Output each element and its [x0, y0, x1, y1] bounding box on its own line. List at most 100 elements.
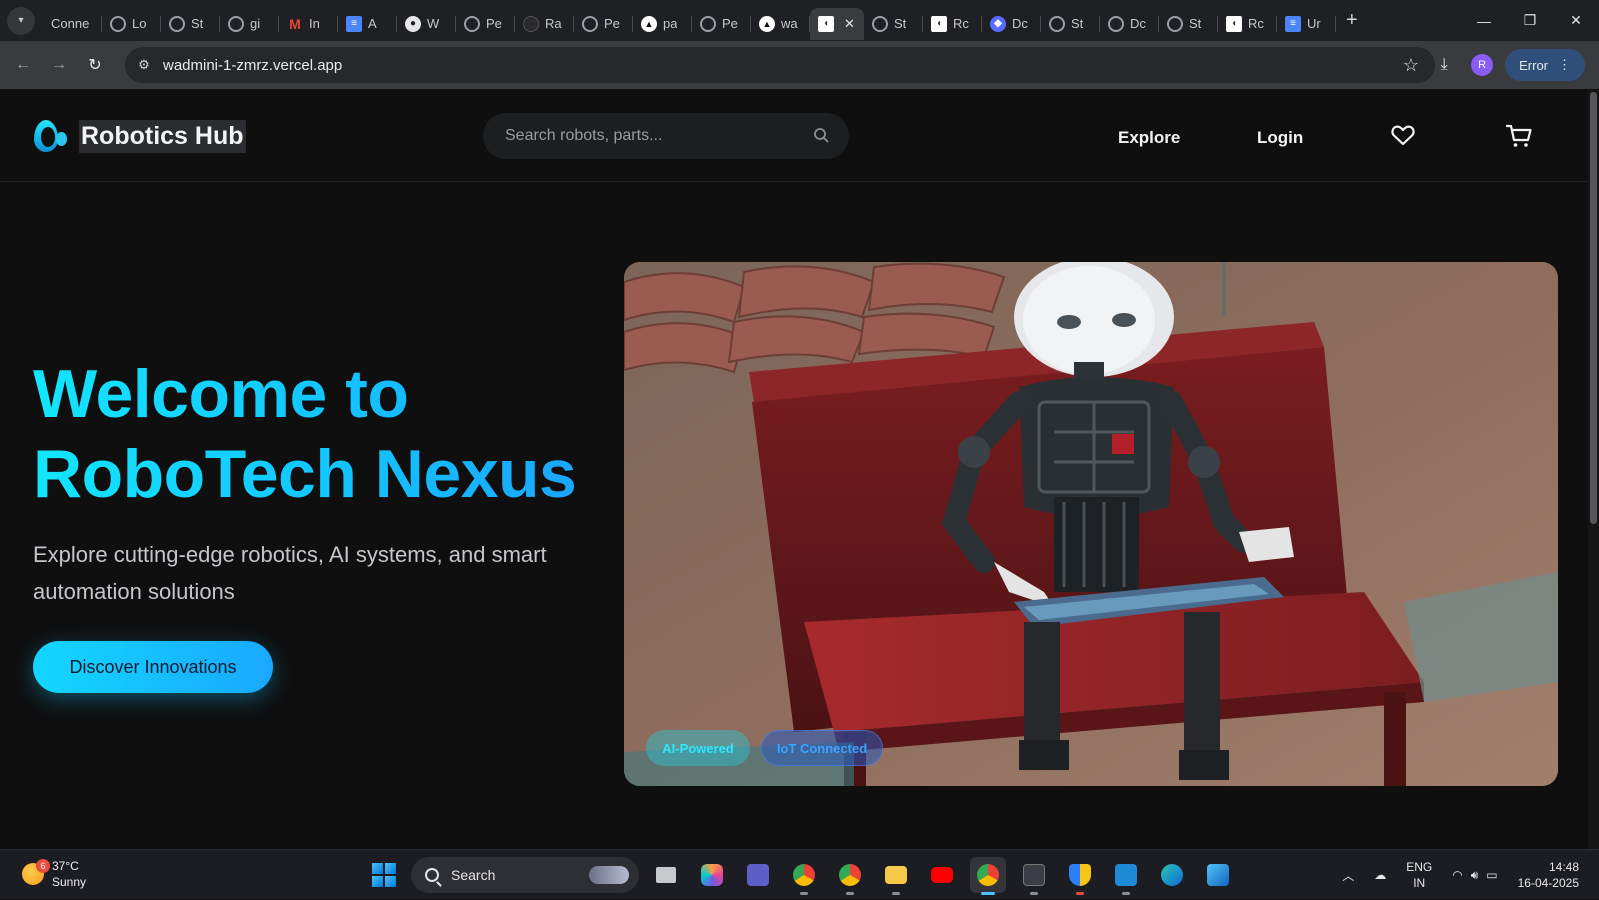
search-icon[interactable]: [813, 127, 829, 143]
browser-tab[interactable]: ◖ ✕: [810, 7, 864, 40]
reload-button[interactable]: ↻: [77, 47, 113, 83]
docs-icon: ≡: [1285, 15, 1301, 32]
weather-temp: 37°C: [52, 859, 79, 873]
web-page: Robotics Hub Search robots, parts... Exp…: [0, 90, 1588, 849]
browser-tab[interactable]: Conne: [43, 8, 102, 40]
lang-top: ENG: [1406, 860, 1433, 874]
forward-button[interactable]: →: [41, 47, 77, 83]
lang-bottom: IN: [1413, 876, 1426, 890]
hero-title: Welcome to RoboTech Nexus: [33, 354, 576, 514]
start-button-windows-icon[interactable]: [372, 863, 396, 887]
clock[interactable]: 14:48 16-04-2025: [1518, 859, 1579, 891]
loading-icon: [523, 15, 539, 32]
minimize-button[interactable]: —: [1461, 0, 1507, 41]
new-tab-button[interactable]: +: [1346, 9, 1358, 32]
edge-icon[interactable]: [1154, 857, 1190, 893]
taskbar-search[interactable]: Search: [411, 857, 639, 893]
youtube-icon[interactable]: [924, 857, 960, 893]
browser-tab[interactable]: Pe: [574, 8, 633, 40]
site-logo[interactable]: Robotics Hub: [33, 118, 246, 154]
tab-label: Pe: [486, 16, 502, 31]
language-indicator[interactable]: ENG IN: [1406, 859, 1432, 891]
tab-label: Pe: [722, 16, 738, 31]
cart-icon[interactable]: [1506, 124, 1532, 148]
browser-tab[interactable]: Pe: [692, 8, 751, 40]
tab-label: pa: [663, 16, 678, 31]
browser-tab[interactable]: St: [864, 8, 923, 40]
back-button[interactable]: ←: [5, 47, 41, 83]
site-search-input[interactable]: Search robots, parts...: [483, 113, 849, 159]
tab-label: gi: [250, 16, 261, 31]
restore-button[interactable]: ❐: [1507, 0, 1553, 41]
browser-tab[interactable]: Ra: [515, 8, 574, 40]
weather-desc: Sunny: [52, 875, 87, 889]
vercel-icon: ▲: [641, 15, 657, 32]
vercel-icon: ▲: [759, 15, 775, 32]
nav-login-link[interactable]: Login: [1257, 128, 1303, 148]
tab-label: Ur: [1307, 16, 1321, 31]
close-window-button[interactable]: ✕: [1553, 0, 1599, 41]
search-icon: [425, 868, 439, 882]
error-menu-button[interactable]: Error ⋮: [1505, 49, 1585, 81]
browser-tab[interactable]: St: [1041, 8, 1100, 40]
toolbar-actions: ⤓ R Error ⋮: [1429, 47, 1585, 83]
photos-icon[interactable]: [1200, 857, 1236, 893]
browser-tab[interactable]: gi: [220, 8, 279, 40]
browser-tab[interactable]: St: [1159, 8, 1218, 40]
browser-tab[interactable]: ≡ Ur: [1277, 8, 1336, 40]
terminal-icon[interactable]: [1016, 857, 1052, 895]
tab-label: In: [309, 16, 320, 31]
vscode-icon[interactable]: [1108, 857, 1144, 895]
browser-tab[interactable]: ● W: [397, 8, 456, 40]
docs-icon: ≡: [346, 15, 362, 32]
sun-icon: 6: [22, 859, 50, 885]
volume-icon[interactable]: 🔊︎: [1471, 868, 1479, 883]
chrome-profile-icon[interactable]: [832, 857, 868, 895]
close-tab-icon[interactable]: ✕: [844, 16, 855, 32]
chrome-icon[interactable]: [786, 857, 822, 895]
file-explorer-icon[interactable]: [878, 857, 914, 895]
browser-tab[interactable]: Lo: [102, 8, 161, 40]
browser-tab[interactable]: ≡ A: [338, 8, 397, 40]
onedrive-cloud-icon[interactable]: ☁: [1374, 868, 1386, 882]
browser-toolbar: ← → ↻ ⚙ wadmini-1-zmrz.vercel.app ☆ ⤓ R …: [0, 41, 1599, 89]
discover-innovations-button[interactable]: Discover Innovations: [33, 641, 273, 693]
browser-tab[interactable]: ◆ Dc: [982, 8, 1041, 40]
weather-widget[interactable]: 6 37°C Sunny: [22, 858, 86, 890]
openai-icon: [169, 15, 185, 32]
wishlist-heart-icon[interactable]: [1391, 124, 1415, 146]
site-header: Robotics Hub Search robots, parts... Exp…: [0, 90, 1588, 182]
profile-avatar[interactable]: R: [1471, 54, 1494, 76]
download-icon[interactable]: ⤓: [1429, 50, 1459, 80]
openai-icon: [464, 15, 480, 32]
site-info-icon[interactable]: ⚙: [129, 50, 159, 80]
security-shield-icon[interactable]: [1062, 857, 1098, 895]
site-icon: ◖: [1226, 15, 1242, 32]
address-bar[interactable]: ⚙ wadmini-1-zmrz.vercel.app ☆: [125, 47, 1435, 83]
task-view-icon[interactable]: [648, 857, 684, 893]
openai-icon: [872, 15, 888, 32]
browser-tab[interactable]: St: [161, 8, 220, 40]
chevron-up-icon[interactable]: ︿: [1342, 867, 1354, 884]
page-scrollbar[interactable]: [1588, 90, 1599, 849]
copilot-icon[interactable]: [694, 857, 730, 893]
browser-tab[interactable]: Pe: [456, 8, 515, 40]
tab-search-button[interactable]: ▾: [7, 6, 35, 35]
tab-label: St: [894, 16, 907, 31]
tab-label: Conne: [51, 16, 90, 31]
browser-tab[interactable]: ◖ Rc: [1218, 8, 1277, 40]
browser-tab[interactable]: M In: [279, 8, 338, 40]
scrollbar-thumb[interactable]: [1590, 92, 1597, 524]
battery-icon[interactable]: ▭: [1486, 868, 1497, 882]
search-placeholder: Search robots, parts...: [505, 127, 663, 144]
bookmark-star-icon[interactable]: ☆: [1403, 55, 1419, 76]
chrome-active-icon[interactable]: [970, 857, 1006, 895]
browser-tab[interactable]: Dc: [1100, 8, 1159, 40]
nav-explore-link[interactable]: Explore: [1118, 128, 1180, 148]
wifi-icon[interactable]: ◠: [1452, 868, 1462, 882]
browser-tab[interactable]: ▲ pa: [633, 8, 692, 40]
browser-tab[interactable]: ▲ wa: [751, 8, 810, 40]
windows-taskbar: 6 37°C Sunny Search ︿ ☁ ENG IN ◠ 🔊︎ ▭ 14…: [0, 849, 1599, 899]
browser-tab[interactable]: ◖ Rc: [923, 8, 982, 40]
teams-icon[interactable]: [740, 857, 776, 893]
